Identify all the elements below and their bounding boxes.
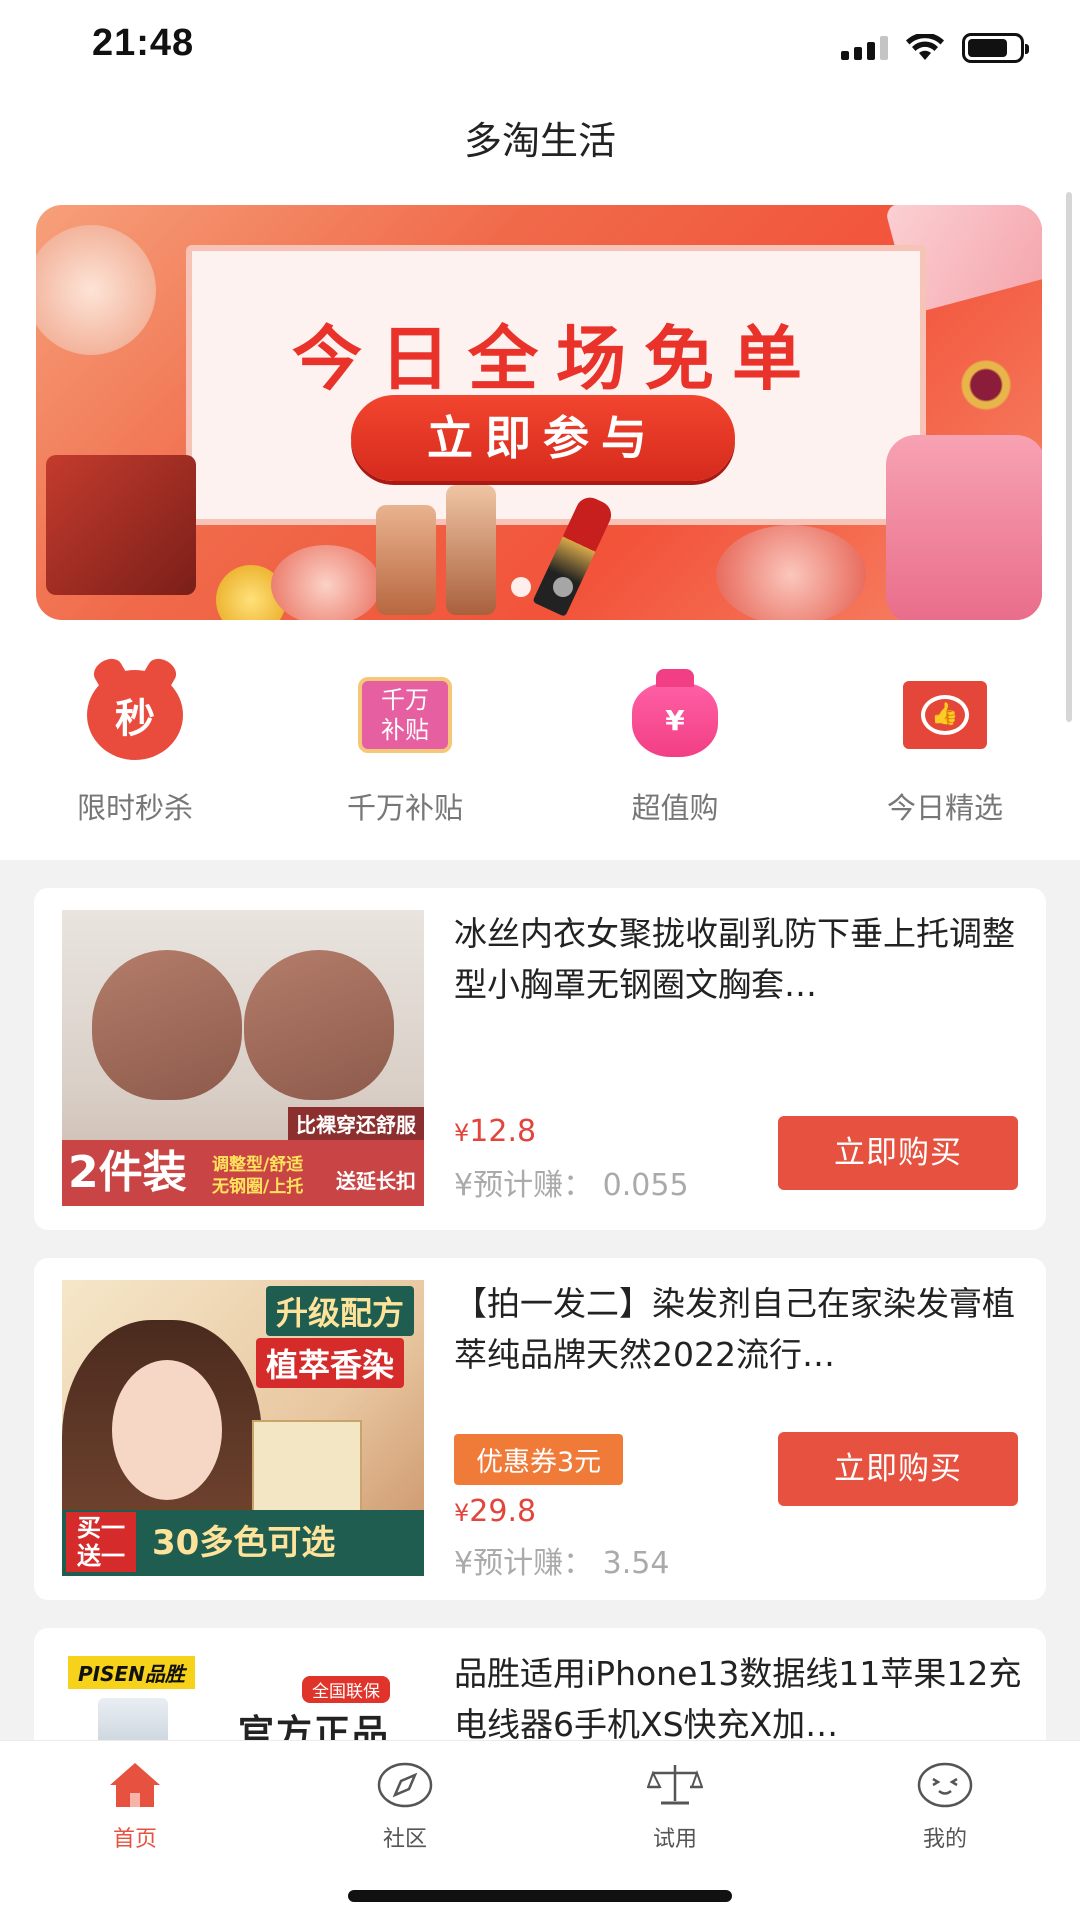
estimated-earnings: ¥预计赚： 3.54 bbox=[454, 1546, 670, 1581]
product-title[interactable]: 冰丝内衣女聚拢收副乳防下垂上托调整型小胸罩无钢圈文胸套… bbox=[454, 908, 1024, 1010]
cosmetic-bottle-decoration bbox=[376, 505, 436, 615]
product-image[interactable]: 比裸穿还舒服 2件装 调整型/舒适 无钢圈/上托 送延长扣 bbox=[62, 910, 424, 1206]
banner-headline: 今日全场免单 bbox=[292, 318, 820, 400]
alarm-seckill-icon: 秒 bbox=[85, 665, 185, 765]
brand-logo: PISEN品胜 bbox=[68, 1656, 195, 1689]
category-label: 今日精选 bbox=[886, 791, 1003, 825]
compass-icon bbox=[377, 1757, 433, 1813]
gift-box-decoration bbox=[46, 455, 196, 595]
product-image[interactable]: PISEN品胜 全国联保 官方正品 bbox=[62, 1650, 424, 1748]
scrollbar[interactable] bbox=[1066, 192, 1072, 722]
page-title: 多淘生活 bbox=[463, 119, 616, 163]
image-tag: 30多色可选 bbox=[152, 1523, 336, 1563]
rose-decoration bbox=[716, 525, 866, 620]
category-label: 千万补贴 bbox=[346, 791, 463, 825]
product-card[interactable]: 升级配方 植萃香染 买一 送一 30多色可选 【拍一发二】染发剂自己在家染发膏植萃… bbox=[34, 1258, 1046, 1600]
promo-banner[interactable]: 今日全场免单 立即参与 bbox=[36, 205, 1042, 620]
cosmetic-bottle-decoration bbox=[446, 485, 496, 615]
smiley-face-icon bbox=[917, 1757, 973, 1813]
subsidy-icon: 千万 补贴 bbox=[355, 665, 455, 765]
image-tag: 2件装 bbox=[68, 1147, 187, 1198]
product-image[interactable]: 升级配方 植萃香染 买一 送一 30多色可选 bbox=[62, 1280, 424, 1576]
banner-pagination bbox=[511, 577, 573, 597]
image-tag: 送延长扣 bbox=[336, 1169, 416, 1193]
category-shortcuts: 秒 限时秒杀 千万 补贴 千万补贴 ¥ 超值购 👍 今日精选 bbox=[0, 665, 1080, 827]
status-bar: 21:48 bbox=[0, 0, 1080, 96]
banner-dot[interactable] bbox=[511, 577, 531, 597]
category-subsidy[interactable]: 千万 补贴 千万补贴 bbox=[270, 665, 540, 827]
product-card[interactable]: PISEN品胜 全国联保 官方正品 品胜适用iPhone13数据线11苹果12充… bbox=[34, 1628, 1046, 1748]
product-card[interactable]: 比裸穿还舒服 2件装 调整型/舒适 无钢圈/上托 送延长扣 冰丝内衣女聚拢收副乳防… bbox=[34, 888, 1046, 1230]
detergent-bottle-decoration bbox=[886, 435, 1042, 620]
product-price: ¥29.8 bbox=[454, 1494, 537, 1529]
wifi-icon bbox=[906, 34, 944, 60]
image-tag: 买一 送一 bbox=[66, 1512, 136, 1572]
banner-cta-button[interactable]: 立即参与 bbox=[351, 395, 735, 481]
category-seckill[interactable]: 秒 限时秒杀 bbox=[0, 665, 270, 827]
estimated-earnings: ¥预计赚： 0.055 bbox=[454, 1168, 689, 1203]
category-value-buy[interactable]: ¥ 超值购 bbox=[540, 665, 810, 827]
product-title[interactable]: 【拍一发二】染发剂自己在家染发膏植萃纯品牌天然2022流行… bbox=[454, 1278, 1024, 1380]
compact-mirror-decoration bbox=[36, 225, 156, 355]
money-bag-icon: ¥ bbox=[625, 665, 725, 765]
tab-label: 我的 bbox=[922, 1827, 967, 1852]
necklace-decoration bbox=[956, 355, 1016, 415]
battery-icon bbox=[962, 33, 1029, 63]
product-price: ¥12.8 bbox=[454, 1114, 537, 1149]
category-label: 超值购 bbox=[631, 791, 719, 825]
signal-icon bbox=[841, 36, 888, 60]
tab-label: 首页 bbox=[112, 1827, 157, 1852]
tab-home[interactable]: 首页 bbox=[0, 1741, 270, 1920]
buy-now-button[interactable]: 立即购买 bbox=[778, 1432, 1018, 1506]
image-tag: 全国联保 bbox=[302, 1676, 390, 1703]
coupon-badge: 优惠券3元 bbox=[454, 1434, 624, 1485]
status-time: 21:48 bbox=[92, 22, 195, 64]
image-tag: 调整型/舒适 无钢圈/上托 bbox=[212, 1155, 304, 1197]
home-indicator[interactable] bbox=[348, 1890, 732, 1902]
banner-dot[interactable] bbox=[553, 577, 573, 597]
status-icons bbox=[841, 32, 1029, 64]
home-icon bbox=[107, 1757, 163, 1813]
scale-icon bbox=[647, 1757, 703, 1813]
image-tag: 植萃香染 bbox=[255, 1338, 404, 1388]
tab-label: 试用 bbox=[652, 1827, 697, 1852]
rose-decoration bbox=[271, 545, 381, 620]
subsidy-icon-text: 千万 补贴 bbox=[358, 677, 452, 753]
product-title[interactable]: 品胜适用iPhone13数据线11苹果12充电线器6手机XS快充X加… bbox=[454, 1648, 1024, 1748]
category-daily-picks[interactable]: 👍 今日精选 bbox=[810, 665, 1080, 827]
thumbs-up-icon: 👍 bbox=[895, 665, 995, 765]
buy-now-button[interactable]: 立即购买 bbox=[778, 1116, 1018, 1190]
tab-label: 社区 bbox=[382, 1827, 427, 1852]
tab-profile[interactable]: 我的 bbox=[810, 1741, 1080, 1920]
image-tag: 比裸穿还舒服 bbox=[288, 1107, 424, 1140]
category-label: 限时秒杀 bbox=[76, 791, 193, 825]
image-tag: 升级配方 bbox=[265, 1286, 414, 1336]
